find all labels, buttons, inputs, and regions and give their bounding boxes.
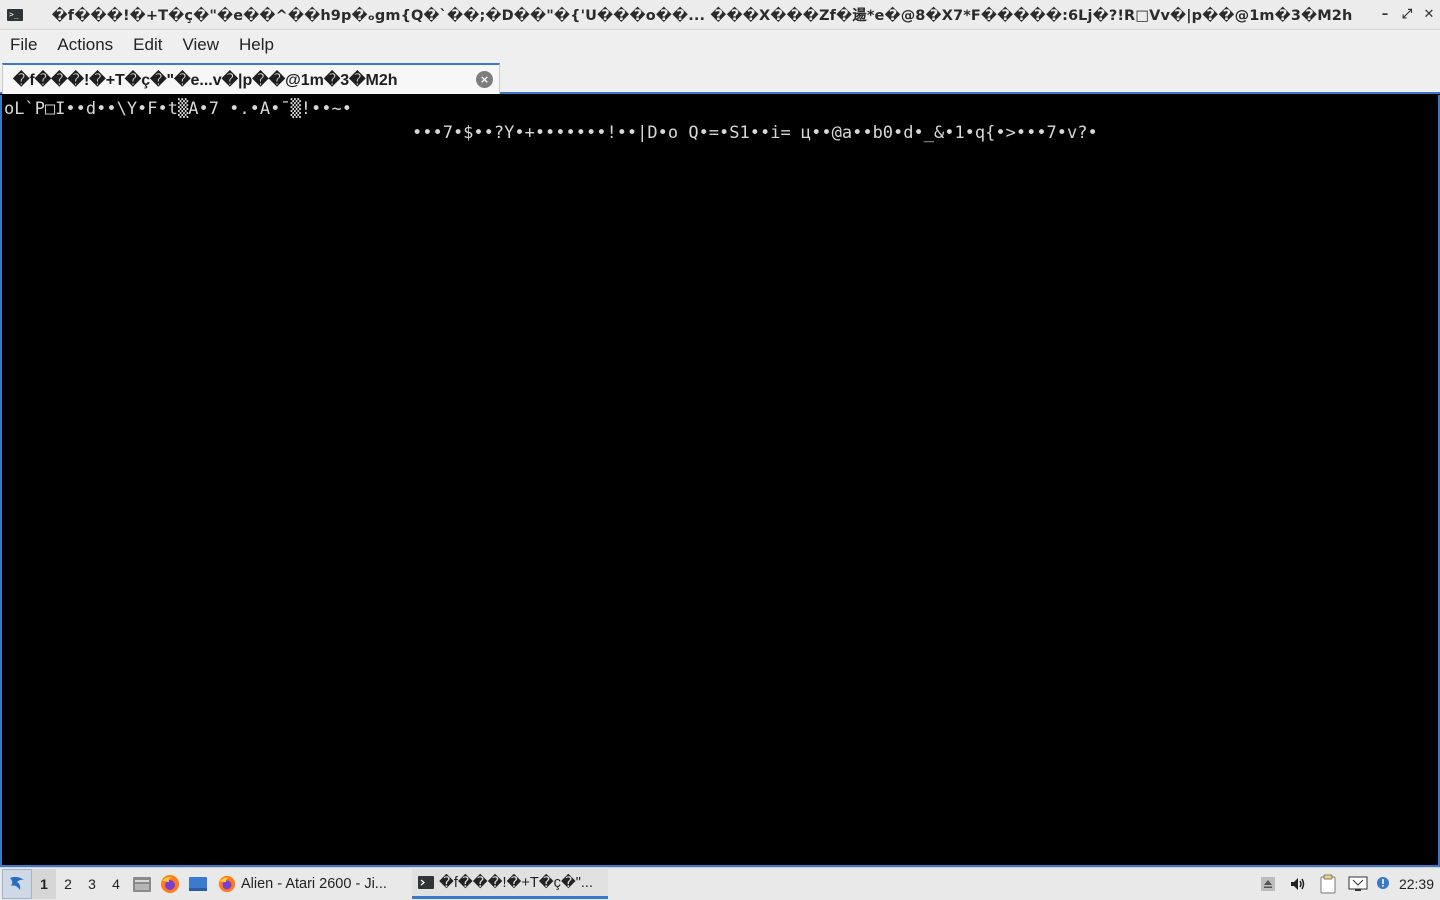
start-menu-icon[interactable] [2,869,32,899]
close-icon[interactable]: ✕ [1418,0,1440,30]
menu-file[interactable]: File [10,35,37,55]
window-title: �f���!�+T�ç�"�e��^��h9p�ₒgm{Q�`��;�D��"�… [51,8,1353,24]
terminal-tab[interactable]: �f���!�+T�ç�"�e...v�|p��@1m�3�M2h × [2,63,500,94]
desktop-4-button[interactable]: 4 [104,869,128,899]
desktop-1-button[interactable]: 1 [32,869,56,899]
menu-edit[interactable]: Edit [133,35,162,55]
menu-actions[interactable]: Actions [57,35,113,55]
tab-close-icon[interactable]: × [476,71,493,88]
task-firefox[interactable]: Alien - Atari 2600 - Ji... [212,869,408,899]
taskbar: 1 2 3 4 Alien - Atari 2600 - Ji... �f���… [0,867,1440,900]
tab-bar: �f���!�+T�ç�"�e...v�|p��@1m�3�M2h × [0,60,1440,94]
clipboard-icon[interactable] [1313,869,1343,899]
network-icon[interactable] [1343,869,1373,899]
desktop-3-button[interactable]: 3 [80,869,104,899]
desktop-icon[interactable] [184,869,212,899]
clock[interactable]: 22:39 [1395,876,1440,892]
firefox-icon[interactable] [156,869,184,899]
terminal-icon[interactable]: >_ [0,0,30,30]
menu-bar: File Actions Edit View Help [0,30,1440,60]
file-manager-icon[interactable] [128,869,156,899]
terminal-line: oL`P□I••d••\Y•F•t▒A•7 •.•A•¯▒!••~• [4,99,352,119]
task-label: �f���!�+T�ç�"... [439,874,593,891]
title-bar: >_ �f���!�+T�ç�"�e��^��h9p�ₒgm{Q�`��;�D�… [0,0,1440,30]
update-icon[interactable] [1373,869,1395,899]
tab-label: �f���!�+T�ç�"�e...v�|p��@1m�3�M2h [13,71,398,89]
menu-help[interactable]: Help [239,35,274,55]
task-label: Alien - Atari 2600 - Ji... [241,876,387,892]
task-terminal[interactable]: �f���!�+T�ç�"... [412,869,608,899]
volume-icon[interactable] [1283,869,1313,899]
terminal-area[interactable]: oL`P□I••d••\Y•F•t▒A•7 •.•A•¯▒!••~• •••7•… [0,95,1440,867]
menu-view[interactable]: View [182,35,219,55]
maximize-icon[interactable]: ⤢ [1396,0,1418,30]
minimize-icon[interactable]: – [1374,0,1396,30]
system-tray: 22:39 [1253,869,1440,899]
firefox-icon [218,875,236,893]
terminal-line: •••7•$••?Y•+•••••••!••|D•o Q•=•S1••i= ц•… [412,123,1098,143]
terminal-icon [418,876,434,889]
eject-icon[interactable] [1253,869,1283,899]
desktop-2-button[interactable]: 2 [56,869,80,899]
